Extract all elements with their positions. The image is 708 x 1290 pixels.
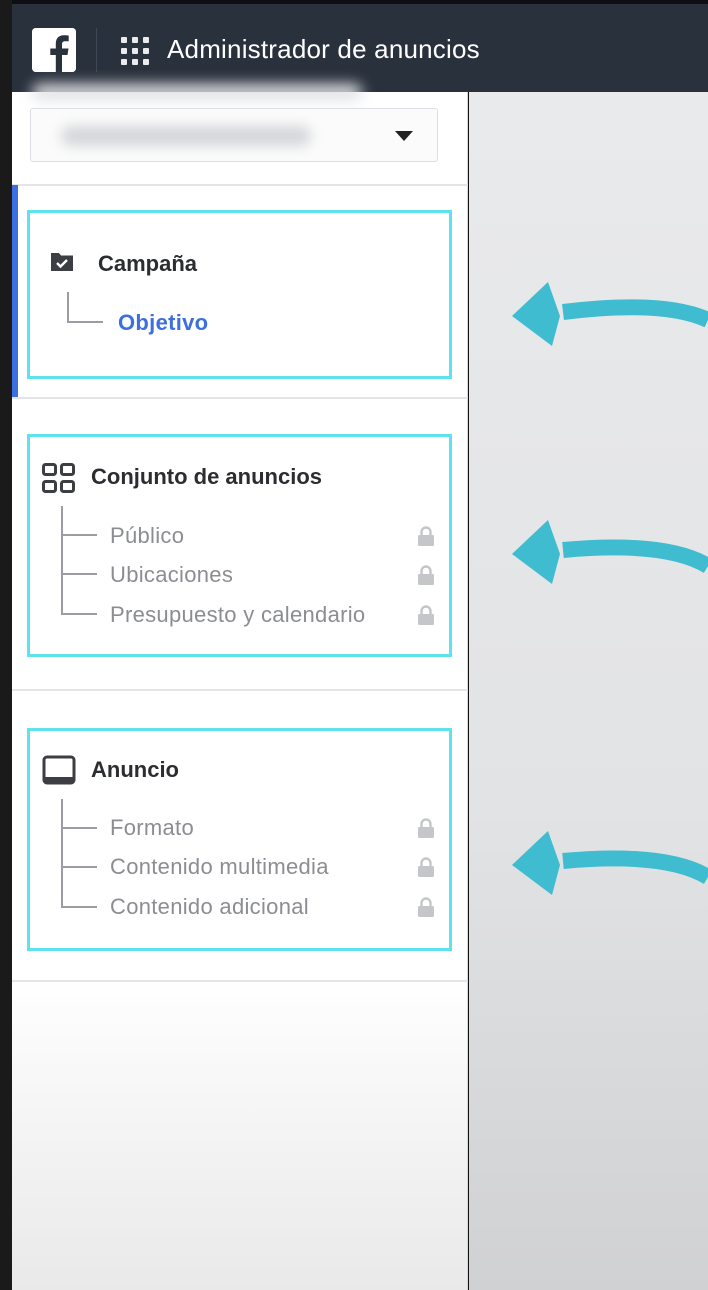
lock-icon (418, 857, 434, 877)
sidebar-item-formato[interactable]: Formato (110, 815, 194, 841)
sidebar-item-presupuesto[interactable]: Presupuesto y calendario (110, 602, 365, 628)
section-divider (12, 184, 468, 186)
lock-icon (418, 526, 434, 546)
topbar-divider (96, 28, 97, 72)
tree-connector (61, 613, 97, 615)
tree-connector (61, 866, 97, 868)
section-title-campaign[interactable]: Campaña (98, 251, 197, 277)
section-title-ad[interactable]: Anuncio (91, 757, 179, 783)
section-divider (12, 397, 468, 399)
blurred-account-value (61, 126, 311, 146)
monitor-icon (42, 755, 76, 785)
tree-connector (61, 799, 63, 908)
sidebar-item-ubicaciones[interactable]: Ubicaciones (110, 562, 233, 588)
tree-connector (61, 827, 97, 829)
lock-icon (418, 605, 434, 625)
sidebar-item-contenido-adicional[interactable]: Contenido adicional (110, 894, 309, 920)
section-divider (12, 980, 468, 982)
tree-connector (61, 906, 97, 908)
pointer-arrow-icon (512, 520, 708, 584)
blurred-account-name (32, 84, 362, 100)
pointer-arrow-icon (512, 282, 708, 346)
folder-check-icon (51, 253, 73, 271)
tree-connector (67, 292, 69, 323)
sidebar-item-publico[interactable]: Público (110, 523, 184, 549)
lock-icon (418, 818, 434, 838)
tree-connector (61, 506, 63, 615)
app-title: Administrador de anuncios (167, 34, 480, 64)
window-frame-edge (0, 0, 12, 1290)
grid-squares-icon (42, 463, 75, 493)
caret-down-icon (395, 131, 413, 141)
campaign-structure-sidebar: Campaña Objetivo Conjunto de anuncios Pú… (12, 84, 468, 1290)
sidebar-item-contenido-multimedia[interactable]: Contenido multimedia (110, 854, 329, 880)
section-title-adset[interactable]: Conjunto de anuncios (91, 464, 322, 490)
pointer-arrow-icon (512, 831, 708, 895)
tree-connector (61, 534, 97, 536)
lock-icon (418, 897, 434, 917)
tree-connector (61, 573, 97, 575)
top-navigation-bar: Administrador de anuncios (12, 0, 708, 92)
main-content-area (469, 92, 708, 1290)
lock-icon (418, 565, 434, 585)
ad-account-selector[interactable] (30, 108, 438, 162)
campaign-highlight-box (27, 210, 452, 379)
active-section-indicator (12, 185, 18, 399)
tree-connector (67, 321, 103, 323)
section-divider (12, 689, 468, 691)
sidebar-item-objetivo[interactable]: Objetivo (118, 310, 208, 336)
facebook-logo-icon[interactable] (32, 28, 76, 72)
apps-grid-icon[interactable] (121, 37, 149, 65)
